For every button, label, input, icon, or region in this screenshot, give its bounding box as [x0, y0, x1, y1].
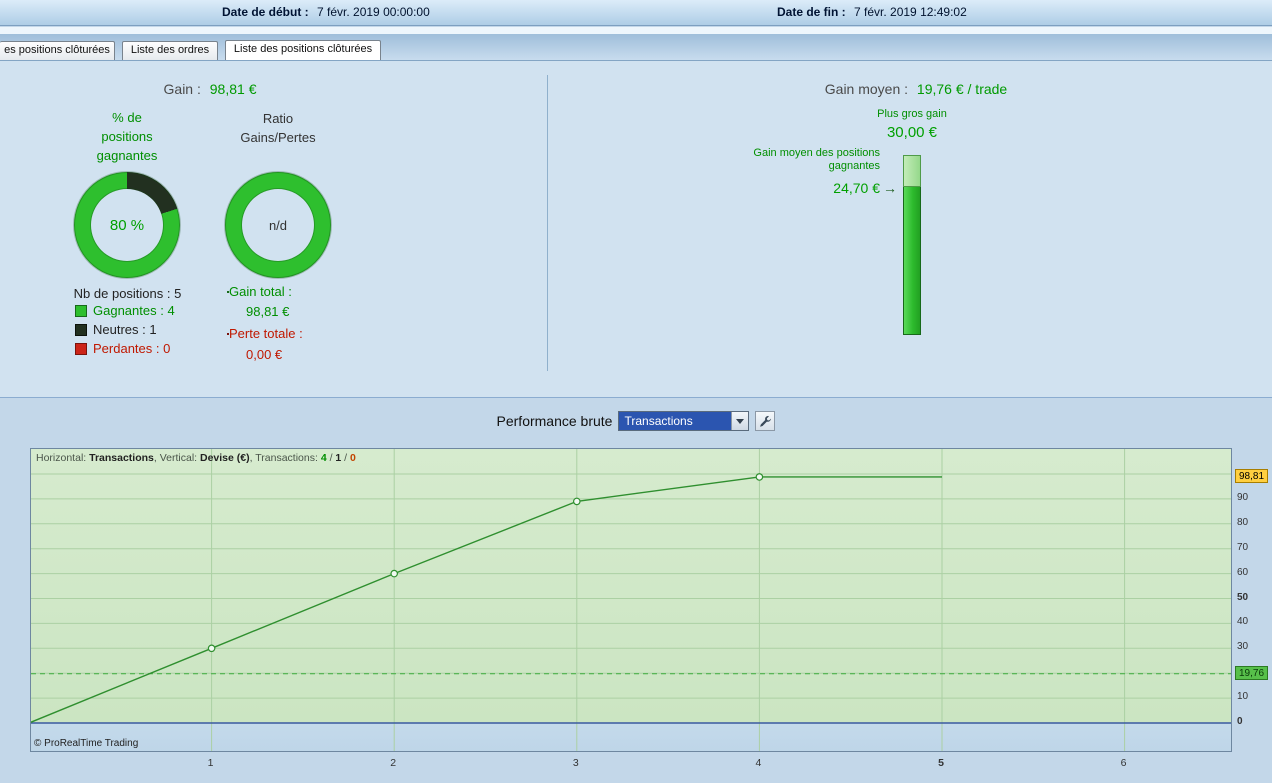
info-losses-count: 0	[350, 452, 356, 464]
chart-mode-select[interactable]: Transactions	[618, 411, 750, 431]
x-axis-label: 1	[207, 757, 214, 769]
winning-positions-title: % de positions gagnantes	[96, 110, 158, 163]
date-range-bar: Date de début : 7 févr. 2019 00:00:00 Da…	[0, 0, 1272, 26]
gain-loss-ratio-donut: n/d	[225, 172, 331, 278]
biggest-gain-value: 30,00 €	[886, 124, 938, 141]
legend-losing-label: Perdantes : 0	[93, 341, 171, 356]
loss-total-row: Perte totale :	[227, 326, 303, 341]
gain-total-row: Gain total :	[227, 284, 292, 299]
x-axis-label: 3	[572, 757, 579, 769]
average-gain-label: Gain moyen :	[824, 81, 909, 97]
info-separator: /	[341, 452, 351, 464]
green-square-icon	[75, 304, 87, 317]
gain-label: Gain :	[163, 81, 201, 97]
legend-winning: Gagnantes : 4	[75, 303, 175, 318]
tab-bar: es positions clôturées Liste des ordres …	[0, 34, 1272, 61]
chart-mode-dropdown-button[interactable]	[731, 412, 749, 430]
legend-winning-label: Gagnantes : 4	[93, 303, 175, 318]
tab-orders-list[interactable]: Liste des ordres	[122, 41, 218, 60]
chart-settings-button[interactable]	[755, 411, 776, 431]
chart-mode-selected-value[interactable]: Transactions	[619, 412, 732, 430]
date-end-label: Date de fin :	[777, 5, 846, 19]
tab-closed-positions-partial[interactable]: es positions clôturées	[0, 41, 115, 60]
biggest-gain-label: Plus gros gain	[877, 108, 947, 120]
gain-header: Gain : 98,81 €	[0, 81, 420, 97]
loss-total-label: Perte totale :	[229, 326, 303, 341]
average-winning-gain-label: Gain moyen des positions gagnantes	[753, 147, 880, 172]
gain-bar	[903, 155, 921, 335]
gain-total-label: Gain total :	[229, 284, 292, 299]
loss-total-value: 0,00 €	[246, 347, 283, 362]
x-axis-label: 6	[1120, 757, 1127, 769]
date-end: Date de fin : 7 févr. 2019 12:49:02	[777, 5, 967, 19]
gain-loss-ratio-title: Ratio Gains/Pertes	[240, 111, 316, 145]
winning-positions-value: 80 %	[109, 216, 145, 234]
y-axis: 90 80 70 60 50 40 30 10 0 98,81 19,76	[1234, 448, 1272, 752]
date-start-label: Date de début :	[222, 5, 309, 19]
legend-neutral: Neutres : 1	[75, 322, 157, 337]
dark-square-icon	[75, 323, 87, 336]
chart-info-line: Horizontal: Transactions, Vertical: Devi…	[36, 452, 356, 464]
legend-losing: Perdantes : 0	[75, 341, 170, 356]
y-axis-label: 80	[1237, 516, 1249, 528]
y-axis-label: 10	[1237, 691, 1249, 703]
y-axis-label: 70	[1237, 541, 1249, 553]
gain-bar-above-average-segment	[903, 155, 921, 187]
info-horizontal-value: Transactions	[89, 452, 154, 464]
tab-strip-spacer	[0, 27, 1272, 34]
x-axis-label: 5	[938, 757, 944, 769]
app-window: Date de début : 7 févr. 2019 00:00:00 Da…	[0, 0, 1272, 783]
vertical-divider	[547, 75, 548, 371]
last-value-chip: 98,81	[1235, 468, 1268, 483]
equity-curve-canvas	[31, 449, 1231, 751]
y-axis-label: 60	[1237, 566, 1249, 578]
y-axis-label: 30	[1237, 641, 1249, 653]
positions-count: Nb de positions : 5	[73, 286, 182, 301]
info-horizontal-label: Horizontal:	[36, 452, 90, 464]
date-start-value: 7 févr. 2019 00:00:00	[317, 5, 430, 19]
average-gain-value: 19,76 € / trade	[916, 81, 1008, 97]
y-axis-label: 50	[1237, 591, 1249, 603]
gain-bar-average-segment	[903, 187, 921, 335]
right-arrow-icon: →	[883, 180, 897, 196]
statistics-panel: Gain : 98,81 € % de positions gagnantes …	[0, 61, 1272, 398]
chevron-down-icon	[736, 418, 745, 424]
y-axis-label: 0	[1237, 716, 1243, 727]
average-winning-gain-value: 24,70 €	[833, 180, 880, 196]
date-end-value: 7 févr. 2019 12:49:02	[854, 5, 967, 19]
average-gain-header: Gain moyen : 19,76 € / trade	[560, 81, 1272, 97]
chart-title: Performance brute	[496, 413, 613, 429]
y-axis-label: 90	[1237, 491, 1249, 503]
tab-closed-positions-list[interactable]: Liste des positions clôturées	[225, 40, 381, 60]
date-start: Date de début : 7 févr. 2019 00:00:00	[222, 5, 430, 19]
gain-value: 98,81 €	[209, 81, 257, 97]
x-axis-label: 4	[755, 757, 762, 769]
equity-curve-plot[interactable]: Horizontal: Transactions, Vertical: Devi…	[30, 448, 1232, 752]
info-vertical-value: Devise (€)	[200, 452, 250, 464]
info-transactions-label: , Transactions:	[249, 452, 321, 464]
gain-loss-ratio-value: n/d	[268, 217, 288, 233]
x-axis: 1 2 3 4 5 6	[0, 752, 1272, 774]
legend-neutral-label: Neutres : 1	[93, 322, 157, 337]
chart-header: Performance brute Transactions	[0, 411, 1272, 431]
info-vertical-label: , Vertical:	[153, 452, 200, 464]
y-axis-label: 40	[1237, 616, 1249, 628]
winning-positions-donut: 80 %	[74, 172, 180, 278]
gain-total-value: 98,81 €	[246, 304, 290, 319]
average-value-chip: 19,76	[1235, 665, 1268, 680]
red-square-icon	[75, 342, 87, 355]
x-axis-label: 2	[390, 757, 397, 769]
wrench-icon	[760, 415, 771, 427]
copyright-notice: © ProRealTime Trading	[34, 738, 139, 749]
performance-chart-section: Performance brute Transactions Horizonta…	[0, 398, 1272, 783]
